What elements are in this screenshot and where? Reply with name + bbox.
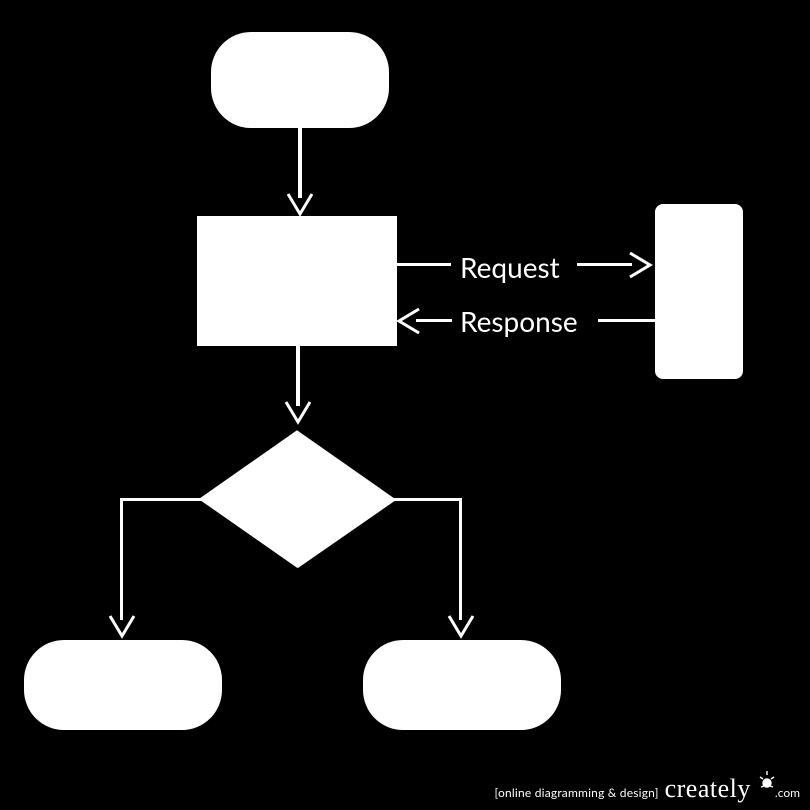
process-node xyxy=(197,216,397,346)
end-left-node xyxy=(24,640,222,730)
arrowhead-down-2 xyxy=(284,400,312,426)
edge-start-to-process xyxy=(298,128,302,198)
diagram-canvas: Request Response [online diagramming & d… xyxy=(0,0,810,810)
start-node xyxy=(211,32,389,128)
edge-left-branch-h xyxy=(120,498,203,501)
edge-process-to-decision xyxy=(296,346,300,406)
edge-response-right xyxy=(598,319,655,322)
arrowhead-right-request xyxy=(628,251,654,279)
edge-right-branch-v xyxy=(459,498,462,620)
edge-right-branch-h xyxy=(394,498,462,501)
arrowhead-down-1 xyxy=(286,192,314,218)
watermark-domain: .com xyxy=(775,785,800,800)
edge-response-label: Response xyxy=(460,304,578,338)
decision-node-shape xyxy=(200,432,396,568)
end-right-node xyxy=(363,640,561,730)
edge-response-left xyxy=(416,319,452,322)
server-node xyxy=(655,204,743,379)
arrowhead-down-left xyxy=(108,614,136,640)
edge-left-branch-v xyxy=(120,498,123,620)
watermark-brand: creately xyxy=(665,774,751,804)
arrowhead-left-response xyxy=(395,307,421,335)
arrowhead-down-right xyxy=(447,614,475,640)
edge-request-left xyxy=(397,263,451,266)
lightbulb-icon xyxy=(759,777,773,797)
watermark: [online diagramming & design] creately .… xyxy=(495,774,800,804)
watermark-tagline: [online diagramming & design] xyxy=(495,785,659,800)
edge-request-label: Request xyxy=(460,250,560,284)
edge-request-right xyxy=(577,263,632,266)
